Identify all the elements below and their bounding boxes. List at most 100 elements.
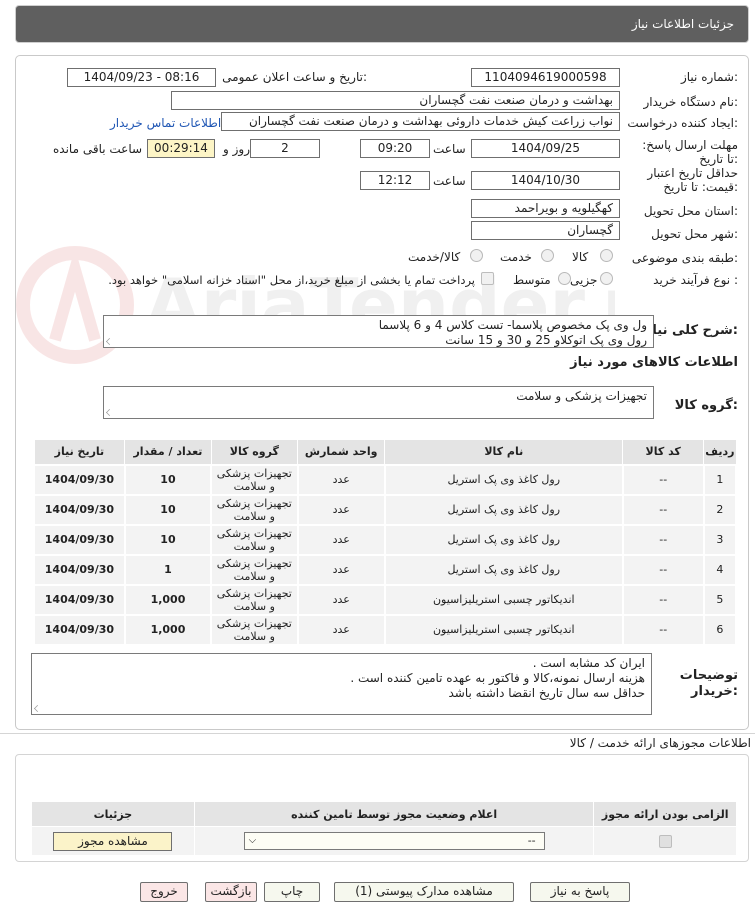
cell-group-line-2: و سلامت	[233, 569, 275, 583]
cell-code: --	[621, 583, 705, 616]
cell-qty: 1,000	[123, 613, 213, 646]
creator-label: ایجاد کننده درخواست:	[627, 116, 738, 130]
table-row: 5 -- اندیکاتور چسبی استریلیزاسیون عدد تجهیزا…	[33, 583, 738, 616]
cell-qty: 10	[123, 493, 213, 526]
category-radio-goods[interactable]	[600, 249, 613, 262]
section-divider	[0, 733, 755, 734]
buyer-notes-textarea[interactable]: ایران کد مشابه است . هزینه ارسال نمونه،ک…	[31, 653, 652, 715]
col-date: تاریخ نیاز	[33, 439, 126, 465]
table-row: 1 -- رول کاغذ وی پک استریل عدد تجهیزات پزشکی…	[33, 463, 738, 496]
cell-group-line-1: تجهیزات پزشکی	[216, 616, 292, 630]
license-section-title: اطلاعات مجوزهای ارائه خدمت / کالا	[569, 736, 751, 750]
cell-date: 1404/09/30	[33, 493, 126, 526]
license-table-header: الزامی بودن ارائه مجوز اعلام وضعیت مجوز …	[31, 801, 737, 827]
cell-group: تجهیزات پزشکی و سلامت	[210, 493, 299, 526]
cell-name: رول کاغذ وی پک استریل	[383, 463, 624, 496]
need-number-field: 1104094619000598	[471, 68, 620, 87]
license-table: الزامی بودن ارائه مجوز اعلام وضعیت مجوز …	[31, 801, 737, 856]
items-table: ردیف کد کالا نام کالا واحد شمارش گروه کا…	[33, 439, 738, 646]
cell-name: اندیکاتور چسبی استریلیزاسیون	[383, 583, 624, 616]
process-radio-medium[interactable]	[558, 272, 571, 285]
col-qty: تعداد / مقدار	[124, 439, 212, 465]
print-button[interactable]: چاپ	[264, 882, 320, 902]
cell-row: 2	[702, 493, 738, 526]
treasury-payment-checkbox[interactable]	[481, 272, 494, 285]
items-table-header: ردیف کد کالا نام کالا واحد شمارش گروه کا…	[33, 439, 737, 465]
category-radio-both[interactable]	[470, 249, 483, 262]
license-status-cell: -- ⌵	[193, 826, 595, 856]
cell-unit: عدد	[296, 463, 386, 496]
chevron-down-icon: ⌵	[248, 835, 257, 846]
cell-group-line-2: و سلامت	[233, 629, 275, 643]
validity-time-field: 12:12	[360, 171, 430, 190]
buyer-notes-line-3: حداقل سه سال تاریخ انقضا داشته باشد	[448, 686, 646, 700]
remaining-time-field: 00:29:14	[147, 139, 215, 158]
deadline-time-field: 09:20	[360, 139, 430, 158]
description-label: شرح کلی نیاز:	[644, 323, 738, 338]
cell-qty: 1,000	[123, 583, 213, 616]
days-field: 2	[250, 139, 320, 158]
validity-date-field: 1404/10/30	[471, 171, 620, 190]
col-code: کد کالا	[622, 439, 705, 465]
cell-row: 5	[702, 583, 738, 616]
category-option-service: خدمت	[500, 250, 532, 264]
deadline-date-field: 1404/09/25	[471, 139, 620, 158]
cell-date: 1404/09/30	[33, 553, 126, 586]
buyer-notes-label: توضیحات خریدار:	[679, 668, 738, 699]
back-button[interactable]: بازگشت	[205, 882, 257, 902]
cell-row: 6	[702, 613, 738, 646]
attachments-button[interactable]: مشاهده مدارک پیوستی (1)	[334, 882, 514, 902]
contact-buyer-link[interactable]: اطلاعات تماس خریدار	[110, 116, 221, 130]
category-option-both: کالا/خدمت	[408, 250, 461, 264]
deadline-label: مهلت ارسال پاسخ: تا تاریخ:	[642, 138, 738, 166]
cell-row: 4	[702, 553, 738, 586]
process-option-minor: جزیی	[570, 273, 598, 287]
table-row: 3 -- رول کاغذ وی پک استریل عدد تجهیزات پزشکی…	[33, 523, 738, 556]
cell-date: 1404/09/30	[33, 583, 126, 616]
col-license-required: الزامی بودن ارائه مجوز	[593, 801, 737, 827]
cell-group: تجهیزات پزشکی و سلامت	[210, 613, 299, 646]
description-line-1: ول وی پک مخصوص پلاسما- تست کلاس 4 و 6 پل…	[378, 318, 647, 332]
process-radio-minor[interactable]	[600, 272, 613, 285]
cell-group-line-2: و سلامت	[233, 479, 275, 493]
cell-date: 1404/09/30	[33, 463, 126, 496]
view-license-button[interactable]: مشاهده مجوز	[53, 831, 173, 851]
cell-group: تجهیزات پزشکی و سلامت	[210, 463, 299, 496]
reply-button[interactable]: پاسخ به نیاز	[530, 882, 630, 902]
province-field: کهگیلویه و بویراحمد	[471, 199, 620, 218]
cell-qty: 1	[123, 553, 213, 586]
cell-code: --	[621, 523, 705, 556]
goods-group-textarea[interactable]: تجهیزات پزشکی و سلامت	[103, 386, 654, 419]
cell-row: 3	[702, 523, 738, 556]
buyer-notes-line-1: ایران کد مشابه است .	[532, 656, 645, 670]
goods-info-title: اطلاعات کالاهای مورد نیاز	[570, 355, 738, 370]
cell-group: تجهیزات پزشکی و سلامت	[210, 553, 299, 586]
exit-button[interactable]: خروج	[140, 882, 188, 902]
buyer-field: بهداشت و درمان صنعت نفت گچساران	[171, 91, 620, 110]
cell-group: تجهیزات پزشکی و سلامت	[210, 523, 299, 556]
city-field: گچساران	[471, 221, 620, 240]
cell-row: 1	[702, 463, 738, 496]
goods-group-label: گروه کالا:	[674, 398, 738, 413]
resize-grip-icon	[106, 409, 113, 416]
province-label: استان محل تحویل:	[643, 204, 738, 218]
cell-unit: عدد	[296, 523, 386, 556]
cell-unit: عدد	[296, 583, 386, 616]
license-status-select[interactable]: -- ⌵	[243, 832, 545, 850]
cell-name: رول کاغذ وی پک استریل	[383, 553, 624, 586]
cell-group-line-1: تجهیزات پزشکی	[216, 496, 292, 510]
cell-group-line-1: تجهیزات پزشکی	[216, 586, 292, 600]
cell-date: 1404/09/30	[33, 613, 126, 646]
description-textarea[interactable]: ول وی پک مخصوص پلاسما- تست کلاس 4 و 6 پل…	[103, 315, 654, 348]
cell-group: تجهیزات پزشکی و سلامت	[210, 583, 299, 616]
cell-name: رول کاغذ وی پک استریل	[383, 523, 624, 556]
cell-group-line-2: و سلامت	[233, 509, 275, 523]
col-license-status: اعلام وضعیت مجوز توسط تامین کننده	[193, 801, 595, 827]
description-line-2: رول وی پک اتوکلاو 25 و 30 و 15 سانت	[445, 333, 647, 347]
category-radio-service[interactable]	[541, 249, 554, 262]
buyer-label: نام دستگاه خریدار:	[643, 95, 739, 109]
table-row: 6 -- اندیکاتور چسبی استریلیزاسیون عدد تجهیزا…	[33, 613, 738, 646]
need-number-label: شماره نیاز:	[680, 70, 738, 84]
license-required-cell	[593, 826, 737, 856]
creator-field: نواب زراعت کیش خدمات داروئی بهداشت و درم…	[221, 112, 620, 131]
